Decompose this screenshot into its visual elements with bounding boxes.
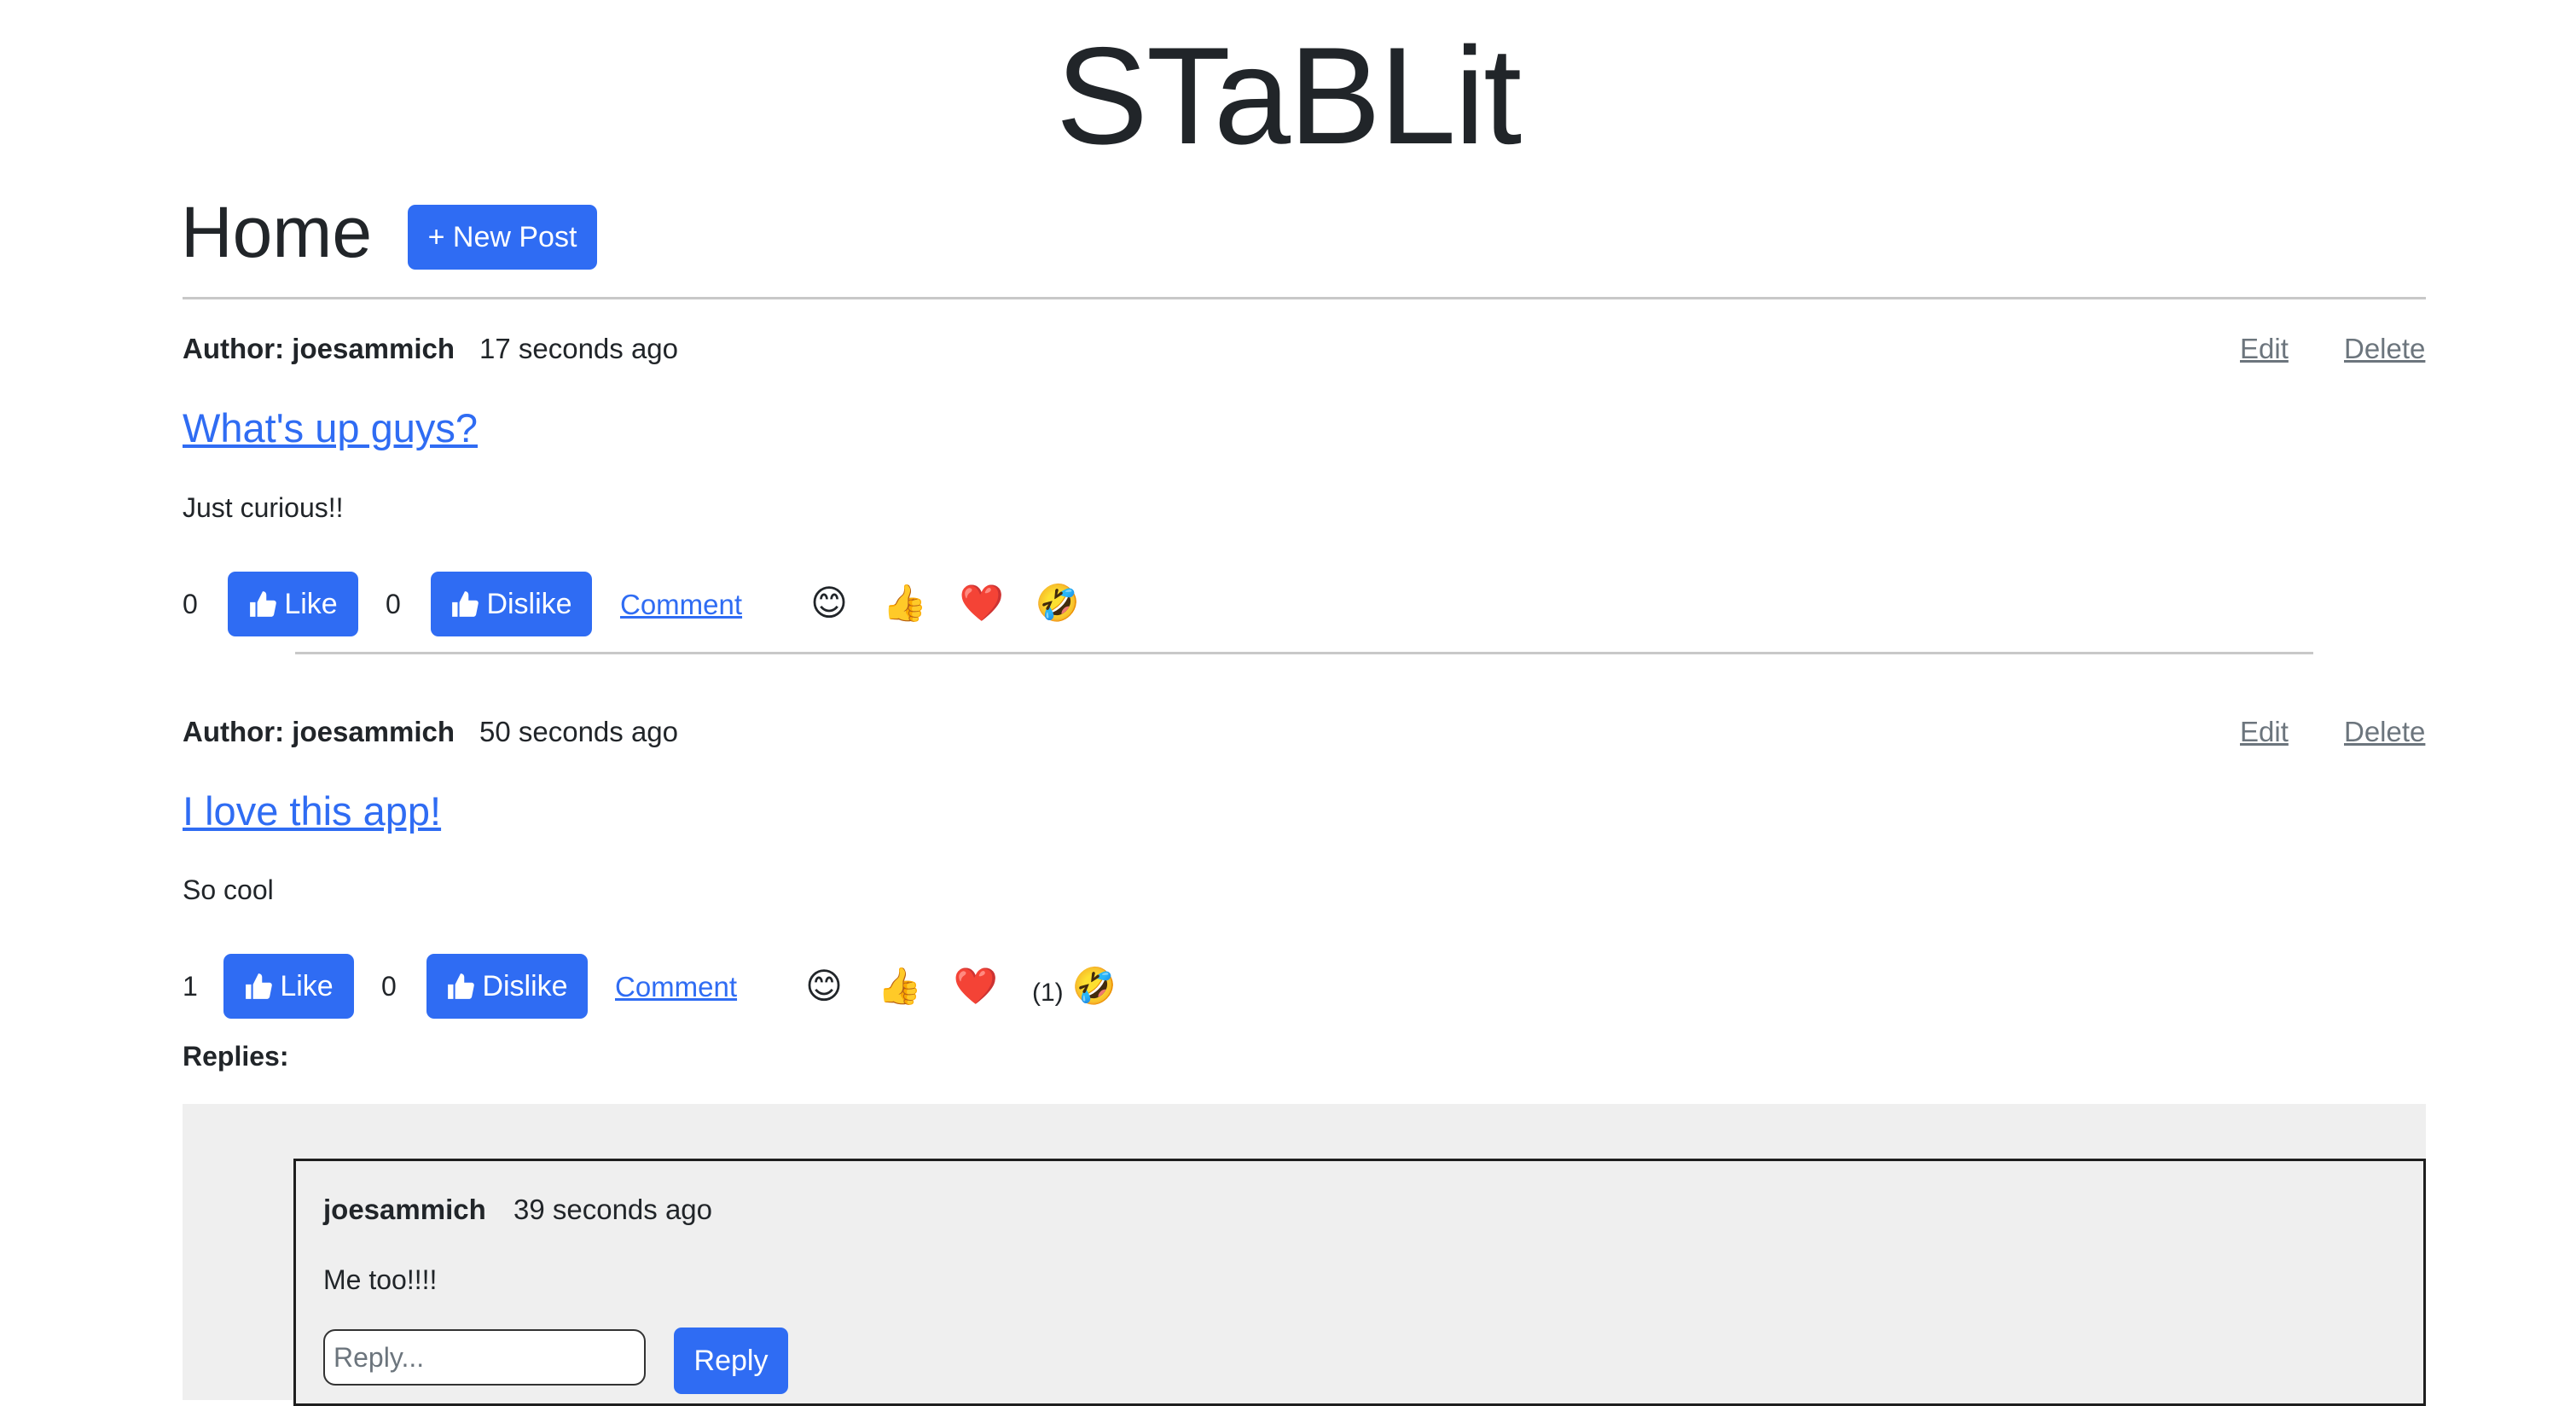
like-button[interactable]: Like (228, 572, 358, 636)
like-count: 0 (183, 589, 198, 619)
dislike-button[interactable]: Dislike (426, 954, 588, 1019)
reply-author: joesammich (323, 1194, 486, 1225)
thumbs-up-icon (448, 973, 475, 999)
header-divider (183, 297, 2426, 299)
comment-link[interactable]: Comment (615, 970, 737, 1004)
reply-input[interactable] (323, 1329, 646, 1386)
post-title-link[interactable]: What's up guys? (183, 404, 478, 452)
delete-post-link[interactable]: Delete (2344, 715, 2425, 749)
dislike-button-label: Dislike (486, 587, 572, 620)
like-button[interactable]: Like (223, 954, 354, 1019)
heart-emoji-reaction[interactable]: ❤️ (953, 965, 999, 1008)
post-body: Just curious!! (183, 492, 344, 523)
smile-emoji-reaction[interactable]: 😊 (806, 582, 852, 625)
rofl-emoji-reaction[interactable]: 🤣 (1071, 965, 1117, 1008)
page-title: Home (181, 192, 373, 272)
app-brand-title: STaBLit (1055, 19, 1522, 173)
post-divider (295, 652, 2313, 654)
edit-post-link[interactable]: Edit (2240, 332, 2289, 366)
dislike-button-label: Dislike (482, 969, 568, 1002)
reply-timestamp: 39 seconds ago (513, 1194, 713, 1225)
edit-post-link[interactable]: Edit (2240, 715, 2289, 749)
thumbs-up-icon (452, 591, 479, 617)
replies-heading: Replies: (183, 1041, 289, 1072)
like-button-label: Like (284, 587, 338, 620)
dislike-count: 0 (381, 971, 397, 1002)
post-title-link[interactable]: I love this app! (183, 787, 441, 835)
post-body: So cool (183, 874, 274, 905)
post-timestamp: 50 seconds ago (479, 716, 679, 747)
thumbs-up-emoji-reaction[interactable]: 👍 (877, 965, 923, 1008)
rofl-emoji-reaction[interactable]: 🤣 (1035, 582, 1081, 625)
comment-link[interactable]: Comment (620, 588, 742, 622)
dislike-button[interactable]: Dislike (431, 572, 592, 636)
heart-emoji-reaction[interactable]: ❤️ (959, 582, 1005, 625)
thumbs-up-icon (246, 973, 273, 999)
delete-post-link[interactable]: Delete (2344, 332, 2425, 366)
like-count: 1 (183, 971, 198, 1002)
smile-emoji-reaction[interactable]: 😊 (801, 965, 847, 1008)
dislike-count: 0 (386, 589, 401, 619)
thumbs-up-icon (250, 591, 277, 617)
post-author: Author: joesammich (183, 333, 455, 364)
post-timestamp: 17 seconds ago (479, 333, 679, 364)
like-button-label: Like (280, 969, 334, 1002)
reaction-count: (1) (1032, 979, 1064, 1007)
reply-body: Me too!!!! (323, 1264, 438, 1295)
post-author: Author: joesammich (183, 716, 455, 747)
new-post-button[interactable]: + New Post (408, 205, 597, 270)
reply-button[interactable]: Reply (674, 1328, 788, 1394)
thumbs-up-emoji-reaction[interactable]: 👍 (882, 582, 928, 625)
